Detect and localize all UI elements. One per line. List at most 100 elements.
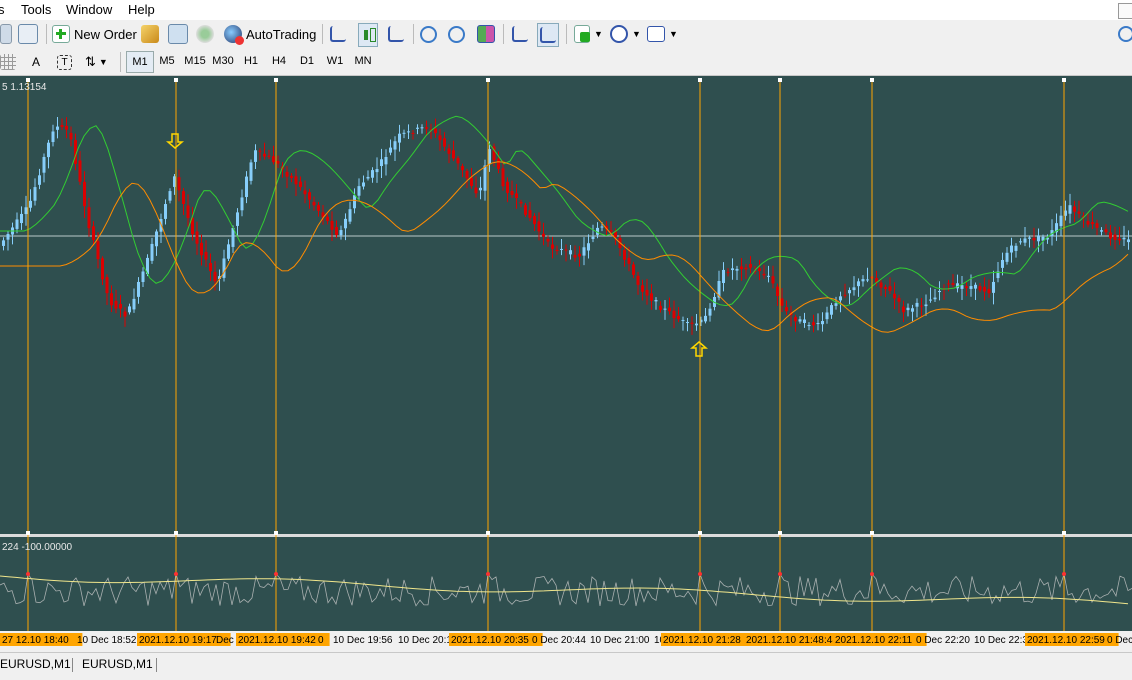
candle-body (848, 290, 851, 294)
vline-handle (274, 78, 278, 82)
candle-body (366, 176, 370, 179)
candlestick-chart-icon[interactable] (358, 23, 378, 47)
text-label-icon[interactable]: T (57, 51, 72, 73)
toolbar-truncated-icon[interactable] (0, 23, 12, 45)
candle-body (474, 187, 478, 194)
candle-body (569, 250, 572, 255)
candle-body (659, 305, 662, 310)
vline-handle (778, 531, 782, 535)
candle-body (51, 131, 55, 143)
candle-body (924, 304, 928, 307)
timeframe-m1[interactable]: M1 (126, 51, 154, 73)
candle-body (636, 275, 640, 285)
candle-body (177, 177, 181, 191)
chart-tabs-bar: EURUSD,M1 EURUSD,M1 (0, 652, 1132, 680)
candle-body (164, 204, 167, 219)
periods-clock-icon[interactable]: ▼ (610, 23, 641, 45)
candle-body (866, 279, 869, 281)
menu-item-help[interactable]: Help (128, 2, 155, 17)
candle-body (110, 293, 113, 306)
time-axis-label: 27 12.10 18:40 (2, 635, 69, 646)
time-axis-label: 2021.12.10 19:42 (238, 635, 316, 646)
menu-item-window[interactable]: Window (66, 2, 112, 17)
menu-item-truncated[interactable]: s (0, 2, 5, 17)
candle-body (483, 165, 487, 191)
candle-body (519, 201, 523, 204)
candle-body (2, 240, 5, 246)
search-icon[interactable] (1118, 23, 1132, 45)
candle-body (992, 281, 995, 293)
text-tool-icon[interactable]: A (32, 51, 40, 73)
autotrading-button[interactable]: AutoTrading (224, 23, 316, 45)
bar-chart-icon[interactable] (330, 23, 346, 45)
candle-body (353, 195, 356, 209)
timeframe-h1[interactable]: H1 (238, 51, 264, 71)
oscillator-signal-dot (698, 572, 702, 576)
indicators-dropdown-icon[interactable]: ▼ (574, 23, 603, 45)
candle-body (1028, 237, 1031, 239)
vline-handle (1062, 531, 1066, 535)
oscillator-signal-dot (778, 572, 782, 576)
auto-scroll-icon[interactable] (512, 23, 528, 45)
chart-tab-eurusd-1[interactable]: EURUSD,M1 (0, 657, 71, 671)
candle-body (794, 317, 797, 322)
menu-item-tools[interactable]: Tools (21, 2, 51, 17)
timeframe-d1[interactable]: D1 (294, 51, 320, 71)
navigator-search-icon[interactable] (18, 23, 38, 45)
arrows-dropdown-icon[interactable]: ⇅ ▼ (85, 51, 108, 73)
window-control-button[interactable] (1118, 3, 1132, 19)
candle-body (389, 147, 392, 153)
candle-body (965, 286, 968, 289)
candle-body (623, 250, 626, 260)
candle-body (920, 305, 923, 307)
timeframe-m5[interactable]: M5 (154, 51, 180, 71)
line-chart-icon[interactable] (388, 23, 404, 45)
candle-body (317, 205, 320, 211)
candle-body (704, 315, 707, 322)
timeframe-m15[interactable]: M15 (182, 51, 208, 71)
candle-body (132, 298, 136, 310)
menu-bar: s Tools Window Help (0, 0, 1132, 20)
new-order-button[interactable]: New Order (52, 23, 137, 45)
candle-body (15, 219, 19, 229)
candle-body (632, 264, 635, 275)
chart-tab-eurusd-2[interactable]: EURUSD,M1 (82, 657, 153, 671)
candle-body (303, 190, 307, 195)
price-info-label: 5 1.13154 (2, 82, 47, 93)
candle-body (155, 231, 158, 247)
chart-shift-icon[interactable] (537, 23, 559, 47)
zoom-out-icon[interactable] (448, 23, 465, 45)
zoom-in-icon[interactable] (420, 23, 437, 45)
candle-body (744, 267, 748, 270)
candle-body (852, 287, 856, 291)
signals-icon[interactable] (196, 23, 214, 45)
timeframe-mn[interactable]: MN (350, 51, 376, 71)
candle-body (380, 159, 383, 167)
time-axis-label: 2021.12.10 22:59 (1027, 635, 1105, 646)
timeframe-h4[interactable]: H4 (266, 51, 292, 71)
terminal-icon[interactable] (168, 23, 188, 45)
grid-dots-icon[interactable] (0, 51, 16, 73)
timeframe-m30[interactable]: M30 (210, 51, 236, 71)
pane-separator (0, 534, 1132, 537)
metaeditor-icon[interactable] (141, 23, 159, 45)
templates-dropdown-icon[interactable]: ▼ (647, 23, 678, 45)
candle-body (749, 263, 752, 268)
candle-body (564, 249, 568, 251)
candle-body (587, 243, 590, 251)
buy-arrow-icon (689, 341, 709, 357)
chart-window[interactable]: 5 1.13154 224 -100.00000 27 12.10 18:40 10 … (0, 76, 1132, 652)
oscillator-signal-dot (1062, 572, 1066, 576)
candle-body (807, 325, 811, 327)
sell-arrow-icon (165, 133, 185, 149)
tile-windows-icon[interactable] (477, 23, 495, 45)
price-chart[interactable]: 5 1.13154 224 -100.00000 27 12.10 18:40 10 … (0, 76, 1132, 652)
candle-body (686, 322, 689, 324)
candle-body (447, 148, 451, 154)
candle-body (510, 191, 514, 195)
candle-body (263, 153, 266, 157)
time-axis-label: 0 Dec 20:44 (532, 635, 586, 646)
timeframe-w1[interactable]: W1 (322, 51, 348, 71)
candle-body (551, 244, 554, 249)
candle-body (1059, 215, 1063, 227)
